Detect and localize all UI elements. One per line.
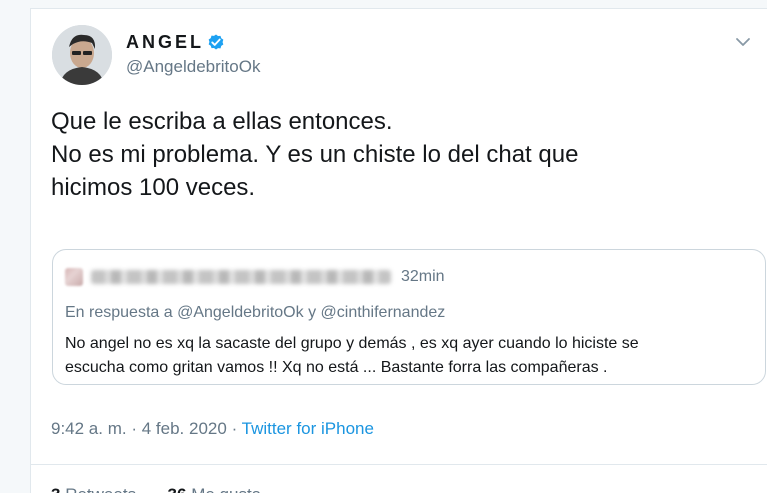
tweet-date[interactable]: 4 feb. 2020 [142, 419, 227, 438]
avatar[interactable] [52, 25, 112, 85]
tweet-time[interactable]: 9:42 a. m. [51, 419, 127, 438]
divider [31, 464, 767, 465]
quoted-tweet-time: 32min [401, 268, 445, 285]
likes-count: 36 [168, 485, 187, 493]
chevron-down-icon[interactable] [735, 37, 751, 47]
display-name[interactable]: ANGEL [126, 32, 204, 53]
reply-prefix: En respuesta a [65, 304, 173, 321]
tweet-text-line: Que le escriba a ellas entonces. [51, 108, 393, 135]
tweet-stats: 3 Retweets 36 Me gusta [51, 485, 261, 493]
meta-separator: · [131, 419, 138, 438]
tweet-card: ANGEL @AngeldebritoOk Que le escriba a e… [30, 8, 767, 493]
quoted-author-blurred [91, 270, 391, 284]
retweets-label: Retweets [65, 485, 136, 493]
verified-badge-icon [206, 32, 226, 52]
meta-separator: · [231, 419, 238, 438]
tweet-text: Que le escriba a ellas entonces. No es m… [51, 105, 751, 204]
quoted-tweet-text: No angel no es xq la sacaste del grupo y… [65, 332, 755, 380]
quoted-text-line: escucha como gritan vamos !! Xq no está … [65, 359, 608, 376]
reply-mention[interactable]: @AngeldebritoOk [177, 304, 304, 321]
quoted-tweet-header: 32min [65, 266, 445, 288]
tweet-text-line: No es mi problema. Y es un chiste lo del… [51, 141, 579, 168]
likes-stat[interactable]: 36 Me gusta [168, 485, 262, 493]
quoted-tweet[interactable]: 32min En respuesta a @AngeldebritoOk y @… [52, 249, 766, 385]
quoted-text-line: No angel no es xq la sacaste del grupo y… [65, 335, 639, 352]
author-handle[interactable]: @AngeldebritoOk [126, 57, 260, 77]
tweet-source-link[interactable]: Twitter for iPhone [242, 419, 374, 438]
display-name-row: ANGEL [126, 31, 260, 53]
likes-label: Me gusta [191, 485, 261, 493]
retweets-stat[interactable]: 3 Retweets [51, 485, 136, 493]
tweet-meta: 9:42 a. m. · 4 feb. 2020 · Twitter for i… [51, 419, 374, 439]
avatar-photo-icon [52, 25, 112, 85]
reply-joiner: y [308, 304, 317, 321]
retweets-count: 3 [51, 485, 60, 493]
quoted-avatar-blurred [65, 268, 83, 286]
tweet-text-line: hicimos 100 veces. [51, 174, 256, 201]
author-block: ANGEL @AngeldebritoOk [126, 31, 260, 77]
quoted-reply-context: En respuesta a @AngeldebritoOk y @cinthi… [65, 304, 445, 322]
reply-mention[interactable]: @cinthifernandez [321, 304, 446, 321]
page: ANGEL @AngeldebritoOk Que le escriba a e… [0, 0, 767, 493]
